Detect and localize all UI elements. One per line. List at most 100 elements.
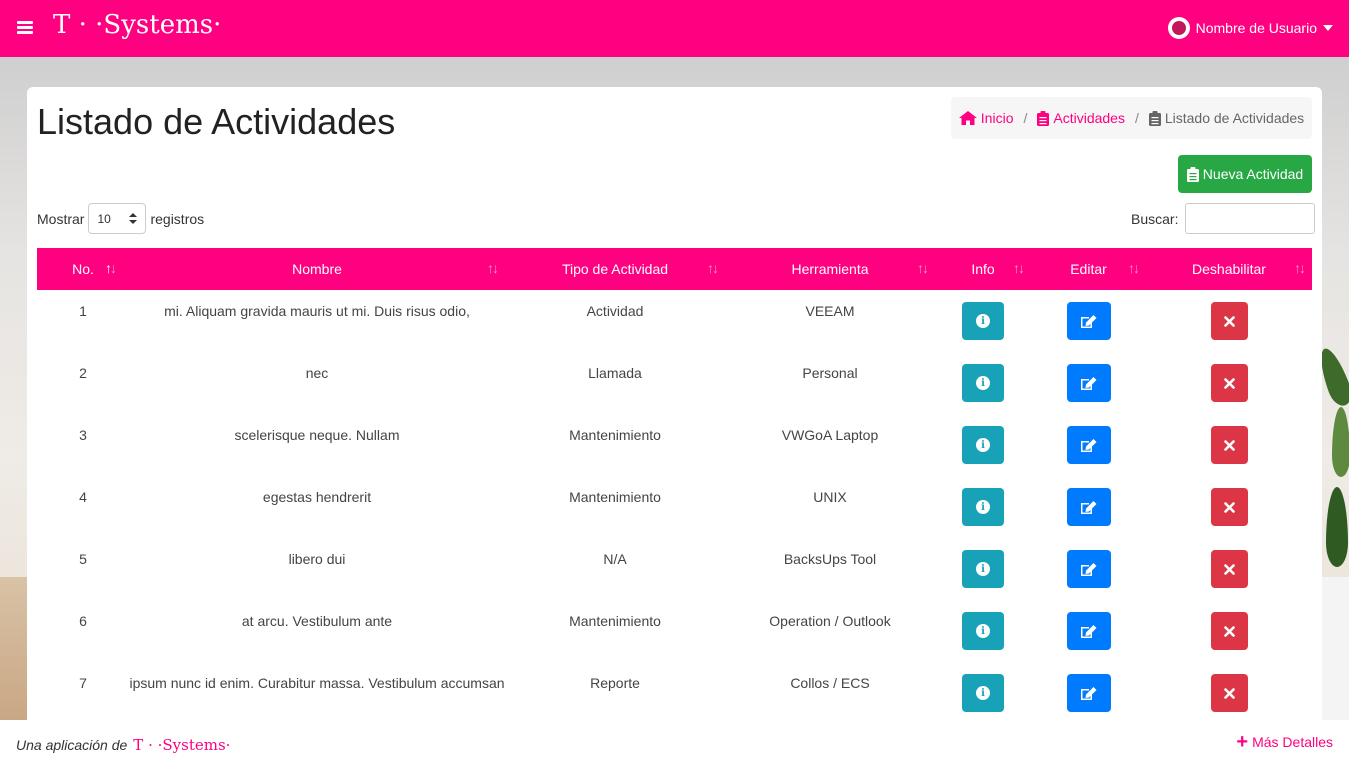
column-header-deshabilitar[interactable]: Deshabilitar ↑↓ xyxy=(1146,248,1312,290)
info-icon: i xyxy=(976,376,990,390)
info-icon: i xyxy=(976,562,990,576)
cell-tipo: Mantenimiento xyxy=(569,427,661,443)
footer-made-by: Una aplicación de xyxy=(16,737,128,753)
user-name: Nombre de Usuario xyxy=(1195,20,1317,36)
column-header-tipo[interactable]: Tipo de Actividad ↑↓ xyxy=(505,248,725,290)
user-avatar-icon xyxy=(1167,17,1190,39)
cell-editar xyxy=(1031,600,1146,662)
sort-updown-icon xyxy=(129,213,138,224)
cell-no: 6 xyxy=(79,613,87,629)
edit-icon xyxy=(1080,376,1096,390)
user-menu[interactable]: Nombre de Usuario xyxy=(1167,16,1333,40)
info-button[interactable]: i xyxy=(962,302,1004,340)
breadcrumb-home[interactable]: Inicio xyxy=(958,110,1014,126)
edit-button[interactable] xyxy=(1066,302,1111,340)
column-header-info[interactable]: Info ↑↓ xyxy=(935,248,1031,290)
info-icon: i xyxy=(976,314,990,328)
cell-nombre: mi. Aliquam gravida mauris ut mi. Duis r… xyxy=(164,303,470,319)
cell-tipo: Mantenimiento xyxy=(569,489,661,505)
info-button[interactable]: i xyxy=(962,364,1004,402)
edit-button[interactable] xyxy=(1066,674,1111,712)
cell-deshabilitar xyxy=(1146,352,1312,414)
column-header-no[interactable]: No. ↑↓ xyxy=(37,248,129,290)
column-header-label: Herramienta xyxy=(791,261,869,277)
sort-icon: ↑↓ xyxy=(1128,260,1140,276)
page-title: Listado de Actividades xyxy=(37,101,396,142)
disable-button[interactable] xyxy=(1210,364,1248,402)
more-details-link[interactable]: + Más Detalles xyxy=(1236,731,1333,753)
column-header-herramienta[interactable]: Herramienta ↑↓ xyxy=(725,248,935,290)
sort-icon: ↑↓ xyxy=(1013,260,1025,276)
info-button[interactable]: i xyxy=(962,426,1004,464)
info-icon: i xyxy=(976,438,990,452)
info-button[interactable]: i xyxy=(962,550,1004,588)
disable-button[interactable] xyxy=(1210,550,1248,588)
breadcrumb-home-label: Inicio xyxy=(980,110,1014,126)
table-row: 1 mi. Aliquam gravida mauris ut mi. Duis … xyxy=(37,290,1312,352)
search-label: Buscar: xyxy=(1131,210,1179,227)
search-input[interactable] xyxy=(1185,203,1316,234)
cell-info: i xyxy=(935,476,1031,538)
edit-button[interactable] xyxy=(1066,488,1111,526)
close-icon xyxy=(1223,687,1235,699)
sort-asc-icon: ↑↓ xyxy=(105,260,117,276)
sort-icon: ↑↓ xyxy=(487,260,499,276)
close-icon xyxy=(1223,377,1235,389)
cell-herramienta: Collos / ECS xyxy=(790,675,870,691)
table-row: 5 libero dui N/A BacksUps Tool i xyxy=(37,538,1312,600)
disable-button[interactable] xyxy=(1210,612,1248,650)
cell-tipo: Mantenimiento xyxy=(569,613,661,629)
table-row: 2 nec Llamada Personal i xyxy=(37,352,1312,414)
edit-button[interactable] xyxy=(1066,364,1111,402)
cell-herramienta: BacksUps Tool xyxy=(783,551,877,567)
cell-info: i xyxy=(935,290,1031,352)
disable-button[interactable] xyxy=(1210,674,1248,712)
cell-info: i xyxy=(935,538,1031,600)
clipboard-list-icon xyxy=(1148,110,1161,126)
brand-logo[interactable]: T · ·Systems· xyxy=(53,10,221,40)
info-button[interactable]: i xyxy=(962,488,1004,526)
cell-no: 4 xyxy=(79,489,87,505)
page-size-value: 10 xyxy=(97,211,111,226)
cell-herramienta: VWGoA Laptop xyxy=(781,427,879,443)
breadcrumb-activities-label: Actividades xyxy=(1053,110,1125,126)
breadcrumb-current-label: Listado de Actividades xyxy=(1164,110,1305,126)
show-entries: Mostrar 10 registros xyxy=(37,203,204,234)
column-header-editar[interactable]: Editar ↑↓ xyxy=(1031,248,1146,290)
caret-down-icon xyxy=(1323,25,1333,31)
column-header-nombre[interactable]: Nombre ↑↓ xyxy=(129,248,505,290)
page-size-select[interactable]: 10 xyxy=(88,203,147,234)
breadcrumb-activities[interactable]: Actividades xyxy=(1037,110,1125,126)
cell-editar xyxy=(1031,662,1146,724)
close-icon xyxy=(1223,315,1235,327)
edit-button[interactable] xyxy=(1066,426,1111,464)
table-row: 6 at arcu. Vestibulum ante Mantenimiento Op… xyxy=(37,600,1312,662)
close-icon xyxy=(1223,625,1235,637)
new-activity-button[interactable]: Nueva Actividad xyxy=(1178,155,1312,193)
cell-nombre: at arcu. Vestibulum ante xyxy=(241,613,393,629)
edit-button[interactable] xyxy=(1066,612,1111,650)
column-header-label: Info xyxy=(971,261,995,277)
plus-icon: + xyxy=(1236,731,1249,753)
search-box: Buscar: xyxy=(1131,203,1316,234)
table-row: 7 ipsum nunc id enim. Curabitur massa. Ve… xyxy=(37,662,1312,724)
breadcrumb-separator: / xyxy=(1134,110,1139,126)
column-header-label: No. xyxy=(72,261,94,277)
table-header: No. ↑↓ Nombre ↑↓ Tipo de Actividad ↑↓ He… xyxy=(37,248,1312,290)
disable-button[interactable] xyxy=(1210,302,1248,340)
cell-nombre: nec xyxy=(305,365,329,381)
footer: Una aplicación de T · ·Systems· + Más De… xyxy=(0,720,1349,767)
cell-editar xyxy=(1031,290,1146,352)
sort-icon: ↑↓ xyxy=(707,260,719,276)
info-button[interactable]: i xyxy=(962,612,1004,650)
disable-button[interactable] xyxy=(1210,488,1248,526)
cell-nombre: egestas hendrerit xyxy=(262,489,372,505)
disable-button[interactable] xyxy=(1210,426,1248,464)
close-icon xyxy=(1223,439,1235,451)
info-button[interactable]: i xyxy=(962,674,1004,712)
edit-button[interactable] xyxy=(1066,550,1111,588)
menu-toggle-icon[interactable] xyxy=(17,21,33,34)
cell-herramienta: Personal xyxy=(802,365,858,381)
info-icon: i xyxy=(976,624,990,638)
cell-nombre: ipsum nunc id enim. Curabitur massa. Ves… xyxy=(129,675,505,691)
